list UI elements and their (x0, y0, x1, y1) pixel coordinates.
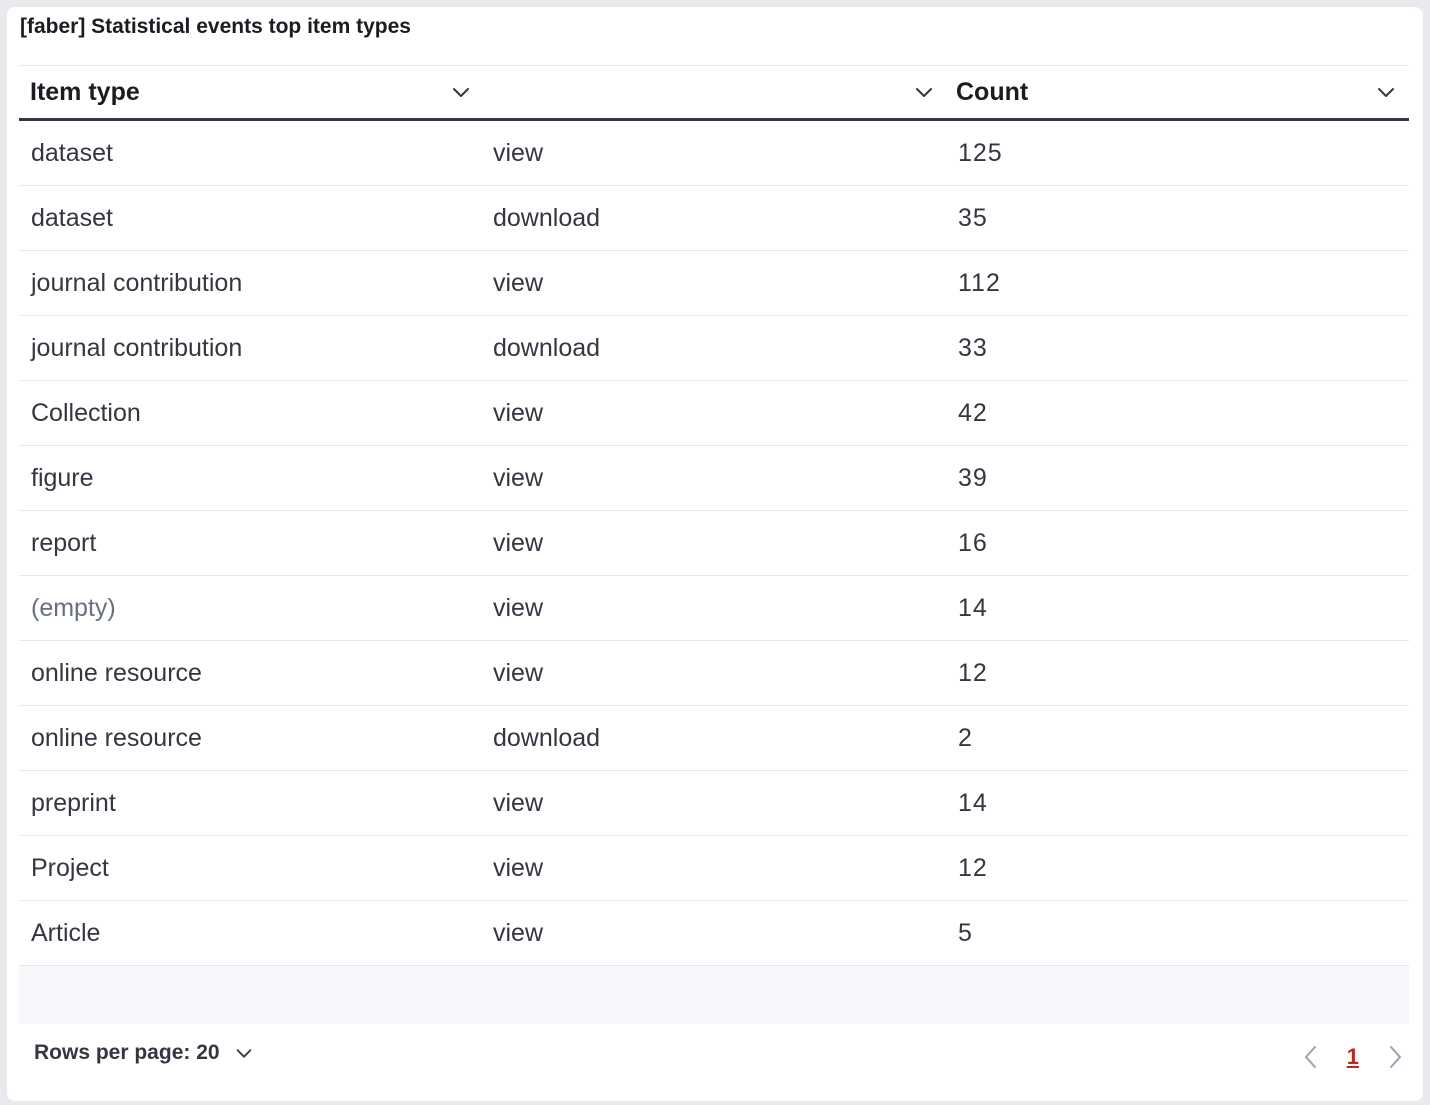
cell-count: 12 (958, 658, 988, 687)
chevron-down-icon[interactable] (449, 80, 473, 104)
cell-count: 16 (958, 528, 988, 557)
table-row: journal contribution view 112 (19, 251, 1409, 316)
column-header-count[interactable]: Count (945, 66, 1409, 118)
cell-item-type: dataset (31, 138, 114, 167)
table-footer: Rows per page: 20 1 (19, 1027, 1409, 1089)
cell-count: 12 (958, 853, 988, 882)
cell-event: view (493, 398, 544, 427)
panel-title: [faber] Statistical events top item type… (20, 15, 411, 38)
table-row: online resource view 12 (19, 641, 1409, 706)
cell-item-type: preprint (31, 788, 116, 817)
cell-count: 5 (958, 918, 973, 947)
table-row: figure view 39 (19, 446, 1409, 511)
column-header-label: Item type (30, 77, 140, 106)
cell-count: 14 (958, 593, 988, 622)
column-header-item-type[interactable]: Item type (19, 66, 481, 118)
cell-item-type-empty: (empty) (31, 593, 116, 622)
cell-event: download (493, 723, 601, 752)
column-header-label: Count (956, 77, 1029, 106)
rows-per-page-label: Rows per page: 20 (34, 1041, 220, 1064)
cell-item-type: online resource (31, 658, 202, 687)
cell-count: 2 (958, 723, 973, 752)
cell-event: view (493, 268, 544, 297)
cell-item-type: Collection (31, 398, 141, 427)
cell-item-type: report (31, 528, 97, 557)
cell-count: 14 (958, 788, 988, 817)
cell-item-type: online resource (31, 723, 202, 752)
table-panel: [faber] Statistical events top item type… (7, 7, 1423, 1101)
data-table: Item type Count dataset view 125 dataset… (19, 65, 1409, 1024)
cell-item-type: journal contribution (31, 333, 243, 362)
table-row: (empty) view 14 (19, 576, 1409, 641)
table-row: dataset view 125 (19, 121, 1409, 186)
table-row: journal contribution download 33 (19, 316, 1409, 381)
chevron-right-icon[interactable] (1381, 1043, 1409, 1071)
cell-event: view (493, 658, 544, 687)
cell-event: view (493, 593, 544, 622)
cell-count: 39 (958, 463, 988, 492)
chevron-down-icon (236, 1049, 251, 1058)
pagination: 1 (1297, 1039, 1409, 1075)
cell-count: 33 (958, 333, 988, 362)
cell-count: 125 (958, 138, 1003, 167)
column-header-event[interactable] (481, 66, 945, 118)
table-empty-space (19, 966, 1409, 1024)
cell-event: view (493, 918, 544, 947)
table-row: report view 16 (19, 511, 1409, 576)
table-row: dataset download 35 (19, 186, 1409, 251)
cell-event: view (493, 528, 544, 557)
cell-item-type: Project (31, 853, 109, 882)
chevron-down-icon[interactable] (912, 80, 936, 104)
cell-count: 112 (958, 268, 1001, 297)
chevron-left-icon[interactable] (1297, 1043, 1325, 1071)
rows-per-page-button[interactable]: Rows per page: 20 (34, 1041, 255, 1065)
cell-event: view (493, 463, 544, 492)
cell-item-type: Article (31, 918, 101, 947)
cell-count: 42 (958, 398, 988, 427)
cell-event: download (493, 333, 601, 362)
cell-item-type: journal contribution (31, 268, 243, 297)
cell-event: view (493, 138, 544, 167)
cell-event: download (493, 203, 601, 232)
cell-item-type: figure (31, 463, 94, 492)
cell-count: 35 (958, 203, 988, 232)
table-row: online resource download 2 (19, 706, 1409, 771)
chevron-down-icon[interactable] (1374, 80, 1398, 104)
table-row: Project view 12 (19, 836, 1409, 901)
table-row: Collection view 42 (19, 381, 1409, 446)
cell-event: view (493, 853, 544, 882)
table-row: preprint view 14 (19, 771, 1409, 836)
table-header: Item type Count (19, 65, 1409, 121)
page-number-current[interactable]: 1 (1347, 1044, 1359, 1070)
cell-item-type: dataset (31, 203, 114, 232)
cell-event: view (493, 788, 544, 817)
table-row: Article view 5 (19, 901, 1409, 966)
